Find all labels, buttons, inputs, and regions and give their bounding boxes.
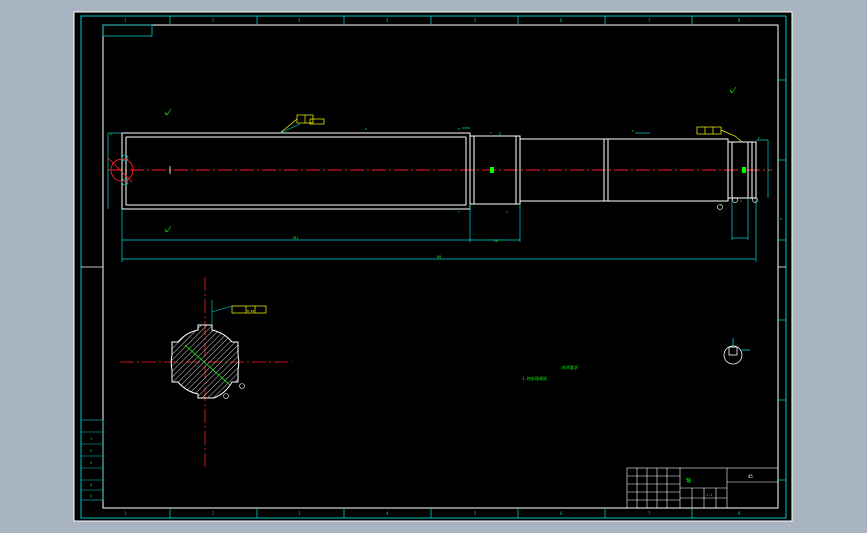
step-dim-text: 28: [494, 239, 498, 243]
tech-notes-title: 技术要求: [562, 364, 578, 370]
sub-length-dim-text: 181: [292, 236, 298, 240]
svg-text:J: J: [740, 199, 742, 203]
title-scale: 1:1: [706, 493, 712, 497]
keyway-mark-end: [742, 167, 746, 173]
svg-text:G: G: [506, 210, 508, 214]
left-table-cell: 4: [90, 483, 92, 487]
svg-text:K: K: [780, 217, 782, 221]
title-material: 45: [748, 474, 753, 479]
svg-text:R: R: [365, 127, 367, 131]
left-table-cell: 5: [90, 494, 92, 498]
keyway-mark: [490, 167, 494, 173]
drawing-paper: [73, 11, 793, 522]
left-table-cell: 1: [90, 437, 92, 441]
svg-text:A: A: [110, 132, 112, 136]
svg-text:C: C: [490, 131, 492, 135]
title-drawing-name: 轴: [686, 477, 691, 484]
cad-drawing-canvas[interactable]: 1 2 3 4 5 6 7 8 1 2 3 4 5 6 7 8 1 2 3 4 …: [0, 0, 867, 533]
left-table-cell: 3: [90, 461, 92, 465]
svg-text:B: B: [458, 127, 460, 131]
length-dim-text: 88: [437, 255, 441, 259]
left-table-cell: 2: [90, 449, 92, 453]
svg-text:F: F: [458, 210, 460, 214]
section-tolerance-text: 0.03: [247, 309, 254, 313]
svg-text:D: D: [632, 129, 634, 133]
tech-notes-line: 1.热处理调质: [522, 375, 547, 381]
svg-text:E: E: [758, 136, 760, 140]
